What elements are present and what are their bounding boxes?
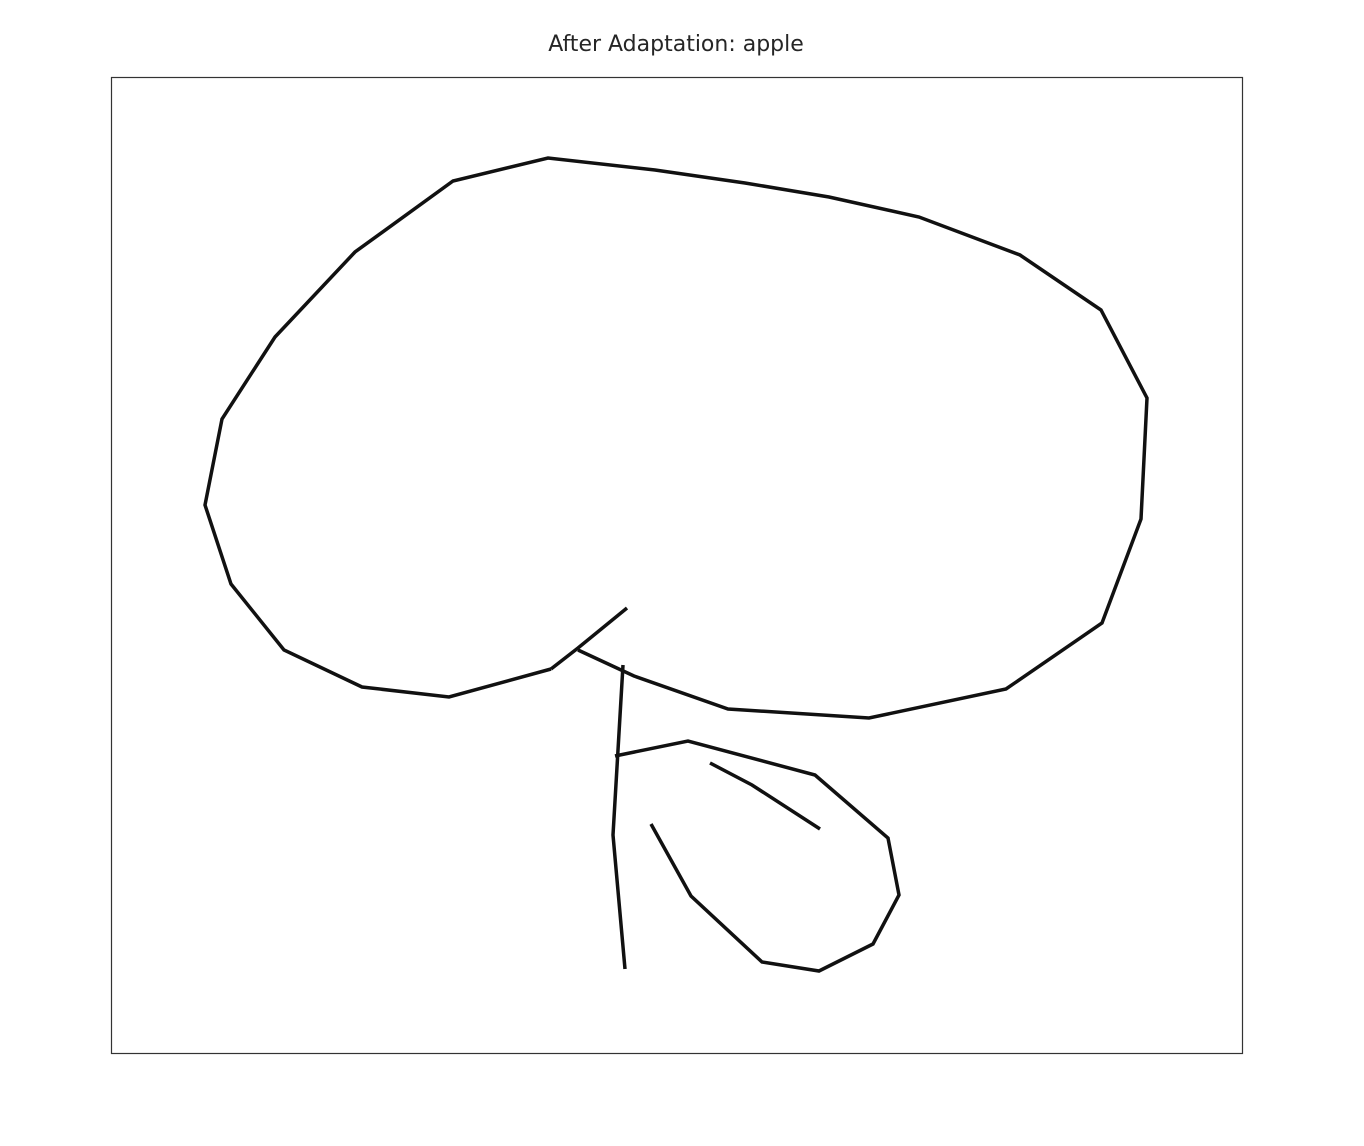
apple-outline-stroke [203, 156, 1149, 720]
axes-frame [110, 76, 1244, 1055]
apple-notch-stroke [549, 606, 629, 671]
sketch-canvas [110, 76, 1244, 1055]
apple-stem-stroke [611, 664, 627, 970]
leaf-outline-stroke [614, 739, 901, 973]
